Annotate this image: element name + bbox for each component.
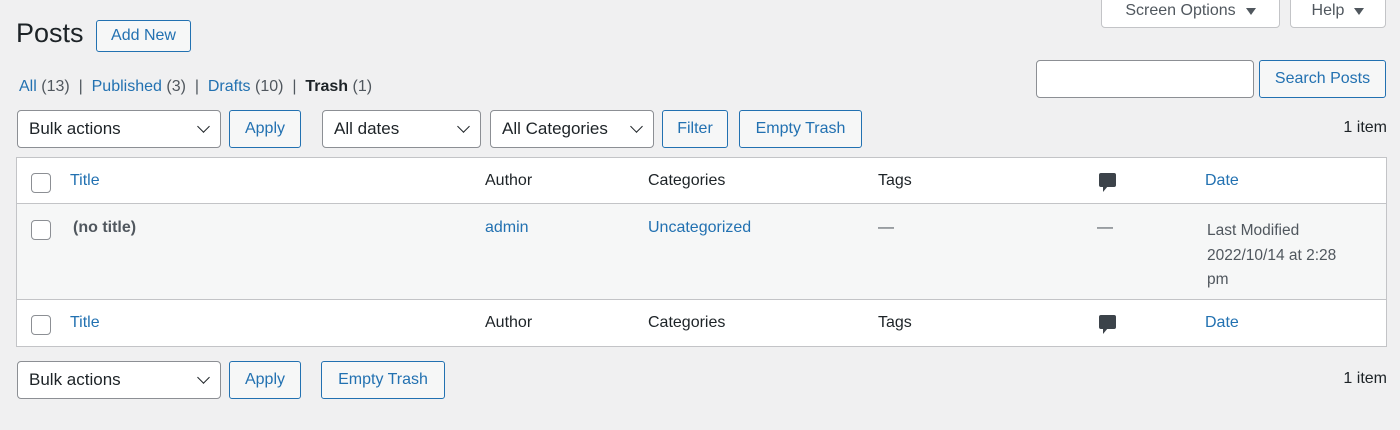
view-filters: All (13) | Published (3) | Drafts (10) |… bbox=[19, 78, 373, 95]
column-title-sort[interactable]: Title bbox=[70, 172, 100, 190]
column-categories: Categories bbox=[648, 172, 726, 189]
item-count-bottom: 1 item bbox=[1343, 370, 1387, 387]
caret-down-icon bbox=[1354, 7, 1365, 15]
view-count: (3) bbox=[166, 78, 186, 95]
search-posts-button[interactable]: Search Posts bbox=[1259, 60, 1386, 98]
add-new-button[interactable]: Add New bbox=[96, 20, 191, 52]
category-filter-value: All Categories bbox=[502, 119, 608, 138]
table-row: (no title) admin Uncategorized — — Last … bbox=[17, 204, 1386, 300]
caret-down-icon bbox=[1245, 7, 1256, 15]
column-categories: Categories bbox=[648, 314, 726, 331]
screen-options-button[interactable]: Screen Options bbox=[1101, 0, 1280, 28]
apply-button[interactable]: Apply bbox=[229, 110, 301, 148]
table-header: Title Author Categories Tags Date bbox=[17, 158, 1386, 204]
post-author[interactable]: admin bbox=[485, 219, 529, 237]
bulk-actions-value: Bulk actions bbox=[29, 119, 121, 138]
date-filter-value: All dates bbox=[334, 119, 400, 138]
column-author: Author bbox=[485, 172, 533, 189]
post-date: Last Modified 2022/10/14 at 2:28 pm bbox=[1207, 219, 1336, 293]
screen-options-label: Screen Options bbox=[1125, 2, 1236, 19]
view-count: (1) bbox=[352, 78, 373, 95]
search-input[interactable] bbox=[1036, 60, 1254, 98]
page-title: Posts bbox=[16, 18, 84, 48]
select-all-checkbox-footer[interactable] bbox=[31, 315, 51, 335]
view-all[interactable]: All bbox=[19, 78, 37, 95]
category-filter-select[interactable]: All Categories bbox=[490, 110, 654, 148]
help-button[interactable]: Help bbox=[1290, 0, 1386, 28]
view-count: (13) bbox=[41, 78, 70, 95]
view-published[interactable]: Published bbox=[92, 78, 162, 95]
chevron-down-icon bbox=[197, 120, 210, 133]
comment-icon[interactable] bbox=[1099, 315, 1116, 334]
table-footer: Title Author Categories Tags Date bbox=[17, 300, 1386, 346]
post-category[interactable]: Uncategorized bbox=[648, 219, 751, 237]
apply-button-bottom[interactable]: Apply bbox=[229, 361, 301, 399]
post-title[interactable]: (no title) bbox=[73, 219, 136, 237]
comment-icon[interactable] bbox=[1099, 173, 1116, 192]
post-tags: — bbox=[878, 219, 894, 236]
select-all-checkbox[interactable] bbox=[31, 173, 51, 193]
date-filter-select[interactable]: All dates bbox=[322, 110, 481, 148]
chevron-down-icon bbox=[457, 120, 470, 133]
post-comments: — bbox=[1097, 219, 1113, 236]
empty-trash-button-bottom[interactable]: Empty Trash bbox=[321, 361, 445, 399]
column-date-sort[interactable]: Date bbox=[1205, 172, 1239, 190]
bulk-actions-select-bottom[interactable]: Bulk actions bbox=[17, 361, 221, 399]
empty-trash-button[interactable]: Empty Trash bbox=[739, 110, 862, 148]
chevron-down-icon bbox=[197, 371, 210, 384]
column-title-sort[interactable]: Title bbox=[70, 314, 100, 332]
column-date-sort[interactable]: Date bbox=[1205, 314, 1239, 332]
view-count: (10) bbox=[254, 78, 284, 95]
date-value: 2022/10/14 at 2:28 bbox=[1207, 246, 1337, 264]
bulk-actions-value: Bulk actions bbox=[29, 370, 121, 389]
view-drafts[interactable]: Drafts bbox=[208, 78, 251, 95]
filter-button[interactable]: Filter bbox=[662, 110, 728, 148]
bulk-actions-select[interactable]: Bulk actions bbox=[17, 110, 221, 148]
date-suffix: pm bbox=[1207, 271, 1229, 288]
row-checkbox[interactable] bbox=[31, 220, 51, 240]
item-count: 1 item bbox=[1343, 119, 1387, 136]
help-label: Help bbox=[1311, 2, 1345, 19]
posts-table: Title Author Categories Tags Date (no ti… bbox=[16, 157, 1387, 347]
column-tags: Tags bbox=[878, 314, 912, 331]
view-trash-current[interactable]: Trash bbox=[305, 78, 348, 95]
chevron-down-icon bbox=[630, 120, 643, 133]
column-author: Author bbox=[485, 314, 533, 331]
date-status: Last Modified bbox=[1207, 222, 1300, 239]
column-tags: Tags bbox=[878, 172, 912, 189]
